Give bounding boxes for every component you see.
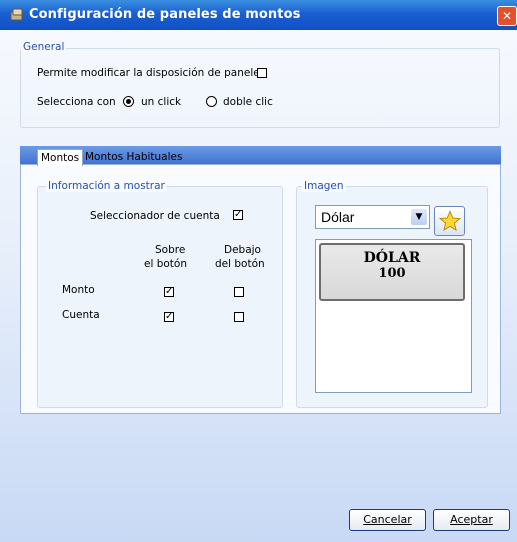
checkmark-icon: ✓ [165, 286, 174, 297]
currency-select-value: Dólar [321, 209, 355, 225]
general-group-label: General [21, 41, 67, 53]
tab-montos-habituales[interactable]: Montos Habituales [82, 149, 185, 165]
cancel-label: Cancelar [363, 513, 412, 526]
checkmark-icon: ✓ [234, 209, 243, 220]
cuenta-below-checkbox[interactable] [234, 312, 244, 322]
allow-modify-label: Permite modificar la disposición de pane… [37, 67, 266, 79]
radio-double-click[interactable] [206, 96, 217, 107]
preview-amount: 100 [378, 266, 406, 281]
col-below-header-2: del botón [215, 258, 265, 270]
tab-montos[interactable]: Montos [37, 149, 84, 166]
cancel-button[interactable]: Cancelar [349, 509, 426, 531]
col-over-header-1: Sobre [155, 244, 186, 256]
cuenta-over-checkbox[interactable]: ✓ [164, 312, 174, 322]
app-icon [10, 8, 23, 21]
preview-button[interactable]: DÓLAR 100 [319, 243, 465, 301]
accept-button[interactable]: Aceptar [433, 509, 510, 531]
radio-double-click-label: doble clic [223, 96, 273, 108]
window-title: Configuración de paneles de montos [29, 7, 301, 22]
account-selector-checkbox[interactable]: ✓ [233, 210, 243, 220]
row-monto-label: Monto [62, 284, 95, 296]
monto-over-checkbox[interactable]: ✓ [164, 287, 174, 297]
select-with-label: Selecciona con [37, 96, 116, 108]
monto-below-checkbox[interactable] [234, 287, 244, 297]
col-below-header-1: Debajo [224, 244, 261, 256]
checkmark-icon: ✓ [165, 311, 174, 322]
info-group-label: Información a mostrar [46, 180, 167, 192]
close-button[interactable]: ✕ [497, 6, 517, 26]
general-group [20, 48, 500, 128]
accept-label: Aceptar [450, 513, 493, 526]
star-icon [439, 210, 461, 232]
col-over-header-2: el botón [144, 258, 187, 270]
close-icon: ✕ [501, 9, 513, 23]
row-cuenta-label: Cuenta [62, 309, 100, 321]
allow-modify-checkbox[interactable] [257, 68, 267, 78]
radio-single-click[interactable] [123, 96, 134, 107]
radio-selected-dot [126, 99, 131, 104]
radio-single-click-label: un click [141, 96, 182, 108]
currency-select[interactable]: Dólar ▼ [315, 205, 430, 229]
favorite-button[interactable] [434, 206, 465, 236]
preview-currency: DÓLAR [363, 250, 421, 266]
account-selector-label: Seleccionador de cuenta [90, 210, 220, 222]
image-group-label: Imagen [302, 180, 346, 192]
chevron-down-icon[interactable]: ▼ [411, 209, 427, 225]
